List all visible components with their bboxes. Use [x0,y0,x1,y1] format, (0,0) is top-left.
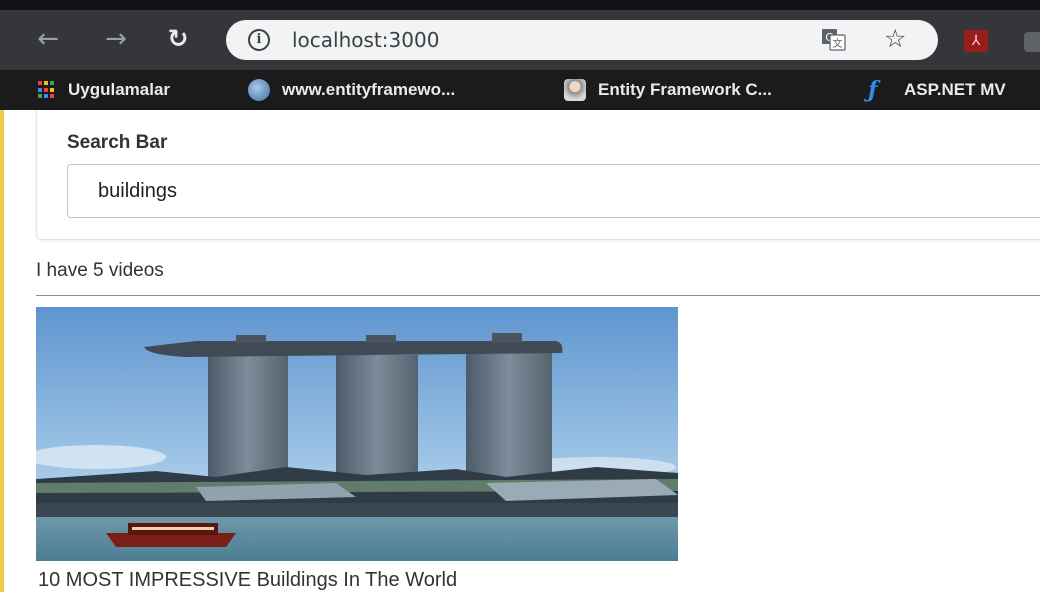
extension-icon[interactable] [1024,32,1040,52]
browser-toolbar: ← → ↻ i localhost:3000 G 文 ☆ ⅄ [0,10,1040,70]
forward-arrow-icon[interactable]: → [100,24,132,56]
bookmark-label: Entity Framework C... [598,80,772,99]
bookmark-entity-framework-c[interactable]: Entity Framework C... [564,70,772,110]
address-bar[interactable]: i localhost:3000 G 文 ☆ [226,20,938,60]
bookmark-entityframework[interactable]: www.entityframewo... [248,70,455,110]
search-bar-card: Search Bar [36,110,1040,240]
info-icon[interactable]: i [248,29,270,51]
video-thumbnail[interactable] [36,307,678,561]
person-avatar-icon [564,79,586,101]
bookmark-label: www.entityframewo... [282,80,456,99]
page-left-border [0,110,4,592]
window-top-strip [0,0,1040,10]
url-text[interactable]: localhost:3000 [292,28,439,52]
aspnet-icon: ƒ [868,77,878,103]
translate-icon[interactable]: G 文 [822,29,846,51]
apps-grid-icon [38,81,56,99]
svg-text:文: 文 [833,37,843,50]
divider [36,295,1040,296]
search-input[interactable] [67,164,1040,218]
video-title[interactable]: 10 MOST IMPRESSIVE Buildings In The Worl… [38,569,457,592]
pdf-extension-icon[interactable]: ⅄ [964,30,988,52]
bookmarks-bar: Uygulamalar www.entityframewo... Entity … [0,70,1040,110]
reload-icon[interactable]: ↻ [162,24,194,56]
bookmark-uygulamalar[interactable]: Uygulamalar [38,70,170,110]
video-count-text: I have 5 videos [36,260,164,281]
bookmark-label: ASP.NET MV [904,80,1006,99]
bookmark-aspnet-mvc[interactable]: ƒ ASP.NET MV [868,70,1006,110]
video-list-item[interactable]: 10 MOST IMPRESSIVE Buildings In The Worl… [36,307,678,592]
entityframework-icon [248,79,270,101]
star-icon[interactable]: ☆ [884,24,906,54]
back-arrow-icon[interactable]: ← [32,24,64,56]
search-bar-label: Search Bar [67,132,168,153]
bookmark-label: Uygulamalar [68,80,171,99]
